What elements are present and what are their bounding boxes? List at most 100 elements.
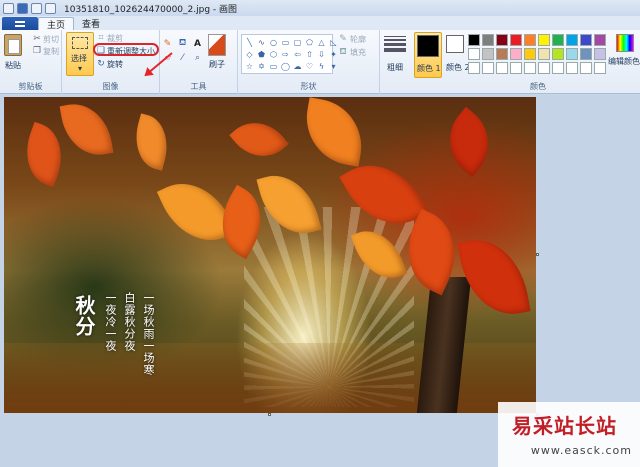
tab-home[interactable]: 主页	[38, 17, 75, 31]
palette-swatch[interactable]	[524, 34, 536, 46]
arrow-down-icon[interactable]: ⇩	[316, 49, 327, 60]
callout-cloud-icon[interactable]: ☁	[292, 61, 303, 72]
leaf	[299, 97, 369, 167]
copy-label[interactable]: 复制	[43, 46, 59, 57]
size-label: 粗细	[387, 63, 403, 72]
color2-button[interactable]: 颜色 2	[444, 32, 470, 78]
rectangle-icon[interactable]: ▭	[280, 37, 291, 48]
diamond-icon[interactable]: ◇	[244, 49, 255, 60]
color-picker-icon[interactable]: ⁄	[177, 52, 188, 63]
color-palette	[468, 34, 606, 74]
palette-swatch[interactable]	[482, 48, 494, 60]
more-shapes-icon[interactable]: ▾	[328, 61, 339, 72]
polygon-icon[interactable]: ⬠	[304, 37, 315, 48]
palette-swatch[interactable]	[496, 34, 508, 46]
palette-swatch[interactable]	[552, 34, 564, 46]
resize-handle-right[interactable]	[536, 253, 539, 256]
canvas-title-text: 秋分	[72, 295, 96, 337]
palette-swatch[interactable]	[538, 34, 550, 46]
text-icon[interactable]: A	[192, 38, 203, 49]
rotate-button[interactable]: 旋转	[107, 59, 123, 70]
undo-icon[interactable]	[31, 2, 42, 14]
leaf	[128, 113, 175, 171]
fill-bucket-icon[interactable]: ⛾	[177, 38, 188, 49]
resize-highlight-annotation	[93, 43, 159, 56]
palette-swatch[interactable]	[580, 62, 592, 74]
palette-swatch[interactable]	[552, 48, 564, 60]
paste-button[interactable]: 粘贴	[4, 34, 22, 71]
rotate-icon: ↻	[97, 58, 105, 69]
palette-swatch[interactable]	[468, 34, 480, 46]
palette-swatch[interactable]	[580, 48, 592, 60]
paint-menu-button[interactable]	[2, 17, 38, 30]
tool-grid: ✎ ⛾ A ▱ ⁄ ⌕	[162, 38, 204, 63]
palette-swatch[interactable]	[482, 34, 494, 46]
color2-swatch	[446, 35, 464, 53]
palette-swatch[interactable]	[510, 48, 522, 60]
poem-line-1: 一场秋雨一场寒	[142, 292, 155, 376]
pentagon-icon[interactable]: ⬟	[256, 49, 267, 60]
palette-swatch[interactable]	[496, 48, 508, 60]
oval-icon[interactable]: ○	[268, 37, 279, 48]
palette-swatch[interactable]	[594, 48, 606, 60]
select-button[interactable]: 选择 ▾	[66, 32, 94, 76]
cut-label[interactable]: 剪切	[43, 34, 59, 45]
palette-swatch[interactable]	[468, 48, 480, 60]
palette-swatch[interactable]	[552, 62, 564, 74]
edit-colors-button[interactable]: 编辑颜色	[608, 56, 640, 67]
palette-swatch[interactable]	[482, 62, 494, 74]
hexagon-icon[interactable]: ⬡	[268, 49, 279, 60]
brushes-button[interactable]: 刷子	[208, 34, 226, 70]
redo-icon[interactable]	[45, 2, 56, 14]
arrow-left-icon[interactable]: ⇦	[292, 49, 303, 60]
fill-icon: ⛾	[339, 46, 347, 57]
tab-view[interactable]: 查看	[74, 17, 108, 30]
palette-swatch[interactable]	[510, 34, 522, 46]
palette-swatch[interactable]	[510, 62, 522, 74]
palette-swatch[interactable]	[538, 62, 550, 74]
palette-swatch[interactable]	[580, 34, 592, 46]
arrow-right-icon[interactable]: ⇨	[280, 49, 291, 60]
shapes-gallery[interactable]: ╲ ∿ ○ ▭ ▢ ⬠ △ ◺ ◇ ⬟ ⬡ ⇨ ⇦ ⇧ ⇩ ✦ ☆ ✡ ▭ ◯ ☁ ♡ ϟ ▾	[241, 34, 337, 74]
palette-swatch[interactable]	[524, 62, 536, 74]
leaf	[229, 109, 289, 170]
clipboard-group: 粘贴 ✂ 剪切 ❐ 复制 剪贴板	[0, 30, 62, 94]
fill-button[interactable]: 填充	[350, 47, 366, 58]
palette-swatch[interactable]	[566, 62, 578, 74]
palette-swatch[interactable]	[566, 48, 578, 60]
resize-handle-bottom[interactable]	[268, 413, 271, 416]
palette-swatch[interactable]	[566, 34, 578, 46]
palette-swatch[interactable]	[496, 62, 508, 74]
palette-swatch[interactable]	[538, 48, 550, 60]
save-icon[interactable]	[17, 2, 28, 14]
heart-icon[interactable]: ♡	[304, 61, 315, 72]
image-group: 选择 ▾ ⌗ 裁剪 ❏ 重新调整大小 ↻ 旋转 图像	[62, 30, 160, 94]
curve-icon[interactable]: ∿	[256, 37, 267, 48]
lightning-icon[interactable]: ϟ	[316, 61, 327, 72]
star6-icon[interactable]: ✡	[256, 61, 267, 72]
magnifier-icon[interactable]: ⌕	[192, 52, 203, 63]
palette-swatch[interactable]	[468, 62, 480, 74]
outline-icon: ✎	[339, 33, 347, 44]
pencil-icon[interactable]: ✎	[162, 38, 173, 49]
leaf	[457, 232, 531, 322]
size-button[interactable]: 粗细	[384, 34, 406, 73]
palette-swatch[interactable]	[594, 34, 606, 46]
arrow-up-icon[interactable]: ⇧	[304, 49, 315, 60]
drawing-canvas[interactable]: 秋分 一场秋雨一场寒 白露秋分夜 一夜冷一夜	[4, 97, 536, 413]
callout-oval-icon[interactable]: ◯	[280, 61, 291, 72]
rounded-rect-icon[interactable]: ▢	[292, 37, 303, 48]
watermark-url: www.easck.com	[530, 444, 632, 457]
leaf	[433, 106, 505, 178]
edit-colors-icon[interactable]	[616, 34, 634, 52]
palette-swatch[interactable]	[524, 48, 536, 60]
paint-app-icon[interactable]	[3, 2, 14, 14]
star5-icon[interactable]: ☆	[244, 61, 255, 72]
triangle-icon[interactable]: △	[316, 37, 327, 48]
outline-button[interactable]: 轮廓	[350, 34, 366, 45]
palette-swatch[interactable]	[594, 62, 606, 74]
colors-group-label: 颜色	[530, 82, 546, 91]
line-icon[interactable]: ╲	[244, 37, 255, 48]
color1-button[interactable]: 颜色 1	[414, 32, 442, 78]
callout-rect-icon[interactable]: ▭	[268, 61, 279, 72]
